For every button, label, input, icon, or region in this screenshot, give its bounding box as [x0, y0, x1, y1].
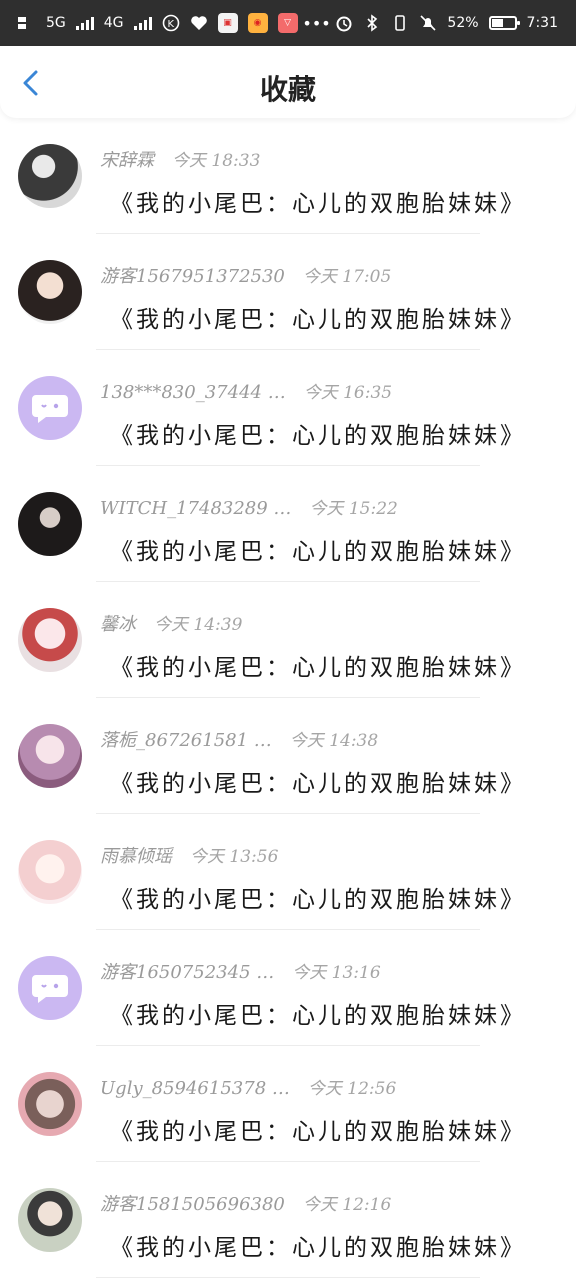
username: 宋辞霖	[100, 150, 154, 171]
avatar-image	[18, 1188, 82, 1252]
avatar[interactable]	[18, 608, 82, 672]
item-meta: Ugly_8594615378 … 今天 12:56	[100, 1074, 396, 1099]
avatar-image	[18, 1072, 82, 1136]
avatar-image	[18, 376, 82, 440]
timestamp: 今天 16:35	[303, 383, 393, 403]
status-bar: 5G 4G K ▣ ◉ ▽ ••• 52% 7:31	[0, 0, 576, 46]
story-title[interactable]: 《我的小尾巴：心儿的双胞胎妹妹》	[110, 300, 526, 334]
signal-icon	[75, 16, 94, 30]
gift-icon: ▽	[277, 13, 298, 33]
username: 138***830_37444 …	[100, 382, 286, 403]
username: 馨冰	[100, 614, 136, 635]
item-meta: 游客1650752345 … 今天 13:16	[100, 958, 381, 984]
network-type-left: 5G	[46, 15, 66, 31]
favorites-list: 宋辞霖 今天 18:33 《我的小尾巴：心儿的双胞胎妹妹》 游客15679513725…	[0, 118, 576, 1278]
timestamp: 今天 18:33	[172, 151, 261, 171]
avatar[interactable]	[18, 1072, 82, 1136]
avatar-image	[18, 492, 82, 556]
username: 游客1581505696380	[100, 1194, 285, 1215]
story-title[interactable]: 《我的小尾巴：心儿的双胞胎妹妹》	[110, 648, 526, 682]
avatar-image	[18, 724, 82, 788]
item-meta: WITCH_17483289 … 今天 15:22	[100, 494, 398, 519]
avatar-image	[18, 260, 82, 324]
avatar-image	[18, 956, 82, 1020]
list-item[interactable]: 馨冰 今天 14:39 《我的小尾巴：心儿的双胞胎妹妹》	[0, 582, 576, 698]
item-meta: 雨慕倾瑶 今天 13:56	[100, 842, 278, 868]
timestamp: 今天 12:56	[307, 1079, 397, 1099]
timestamp: 今天 17:05	[302, 267, 392, 287]
list-item[interactable]: 雨慕倾瑶 今天 13:56 《我的小尾巴：心儿的双胞胎妹妹》	[0, 814, 576, 930]
page-title: 收藏	[259, 73, 316, 106]
avatar-image	[18, 144, 82, 208]
username: Ugly_8594615378 …	[100, 1078, 290, 1099]
avatar[interactable]	[18, 492, 82, 556]
app-header: 收藏	[0, 46, 576, 118]
list-item[interactable]: Ugly_8594615378 … 今天 12:56 《我的小尾巴：心儿的双胞胎妹妹…	[0, 1046, 576, 1162]
username: 游客1567951372530	[100, 266, 285, 287]
avatar[interactable]	[18, 260, 82, 324]
story-title[interactable]: 《我的小尾巴：心儿的双胞胎妹妹》	[110, 184, 526, 218]
bluetooth-icon	[363, 14, 381, 32]
story-title[interactable]: 《我的小尾巴：心儿的双胞胎妹妹》	[110, 1228, 526, 1262]
list-item[interactable]: WITCH_17483289 … 今天 15:22 《我的小尾巴：心儿的双胞胎妹妹》	[0, 466, 576, 582]
avatar-image	[18, 608, 82, 672]
username: 落栀_867261581 …	[100, 730, 272, 751]
username: 雨慕倾瑶	[100, 846, 172, 867]
username: 游客1650752345 …	[100, 962, 275, 983]
avatar-image	[18, 840, 82, 904]
chat-bubble-icon	[32, 395, 68, 423]
network-type-mid: 4G	[103, 15, 124, 31]
status-bar-right: 52% 7:31	[335, 14, 558, 32]
story-title[interactable]: 《我的小尾巴：心儿的双胞胎妹妹》	[110, 880, 526, 914]
timestamp: 今天 14:39	[154, 615, 243, 635]
story-title[interactable]: 《我的小尾巴：心儿的双胞胎妹妹》	[110, 416, 526, 450]
username: WITCH_17483289 …	[100, 498, 292, 519]
avatar[interactable]	[18, 840, 82, 904]
item-meta: 宋辞霖 今天 18:33	[100, 146, 260, 172]
timestamp: 今天 15:22	[309, 499, 398, 519]
battery-percent: 52%	[447, 15, 479, 31]
more-icon: •••	[302, 13, 331, 33]
avatar[interactable]	[18, 956, 82, 1020]
timestamp: 今天 14:38	[289, 731, 379, 751]
alarm-icon	[335, 16, 353, 32]
list-item[interactable]: 宋辞霖 今天 18:33 《我的小尾巴：心儿的双胞胎妹妹》	[0, 118, 576, 234]
hd-icon	[18, 16, 36, 30]
list-item[interactable]: 落栀_867261581 … 今天 14:38 《我的小尾巴：心儿的双胞胎妹妹》	[0, 698, 576, 814]
mute-icon	[419, 15, 437, 31]
battery-icon	[488, 16, 520, 30]
item-meta: 落栀_867261581 … 今天 14:38	[100, 726, 378, 752]
timestamp: 今天 13:16	[292, 963, 381, 983]
list-item[interactable]: 游客1650752345 … 今天 13:16 《我的小尾巴：心儿的双胞胎妹妹》	[0, 930, 576, 1046]
item-meta: 游客1567951372530 今天 17:05	[100, 262, 391, 288]
avatar[interactable]	[18, 144, 82, 208]
status-bar-left: 5G 4G K ▣ ◉ ▽ •••	[18, 13, 331, 33]
avatar[interactable]	[18, 1188, 82, 1252]
timestamp: 今天 12:16	[302, 1195, 392, 1215]
list-item[interactable]: 游客1567951372530 今天 17:05 《我的小尾巴：心儿的双胞胎妹妹》	[0, 234, 576, 350]
story-title[interactable]: 《我的小尾巴：心儿的双胞胎妹妹》	[110, 1112, 526, 1146]
story-title[interactable]: 《我的小尾巴：心儿的双胞胎妹妹》	[110, 532, 526, 566]
avatar[interactable]	[18, 376, 82, 440]
story-title[interactable]: 《我的小尾巴：心儿的双胞胎妹妹》	[110, 996, 526, 1030]
item-meta: 游客1581505696380 今天 12:16	[100, 1190, 391, 1216]
avatar[interactable]	[18, 724, 82, 788]
chat-bubble-icon	[32, 975, 68, 1003]
battery-fill	[491, 19, 503, 27]
weibo-icon: ◉	[247, 13, 268, 33]
story-title[interactable]: 《我的小尾巴：心儿的双胞胎妹妹》	[110, 764, 526, 798]
list-item[interactable]: 游客1581505696380 今天 12:16 《我的小尾巴：心儿的双胞胎妹妹》	[0, 1162, 576, 1278]
clock: 7:31	[526, 15, 558, 31]
signal-icon-2	[133, 16, 152, 30]
svg-text:K: K	[167, 19, 174, 30]
timestamp: 今天 13:56	[190, 847, 279, 867]
divider	[96, 1277, 480, 1278]
heart-icon	[190, 16, 208, 30]
item-meta: 馨冰 今天 14:39	[100, 610, 242, 636]
app-icon: ▣	[217, 13, 238, 33]
list-item[interactable]: 138***830_37444 … 今天 16:35 《我的小尾巴：心儿的双胞胎妹妹…	[0, 350, 576, 466]
vibrate-icon	[391, 15, 409, 31]
k-icon: K	[162, 14, 180, 32]
item-meta: 138***830_37444 … 今天 16:35	[100, 378, 392, 403]
